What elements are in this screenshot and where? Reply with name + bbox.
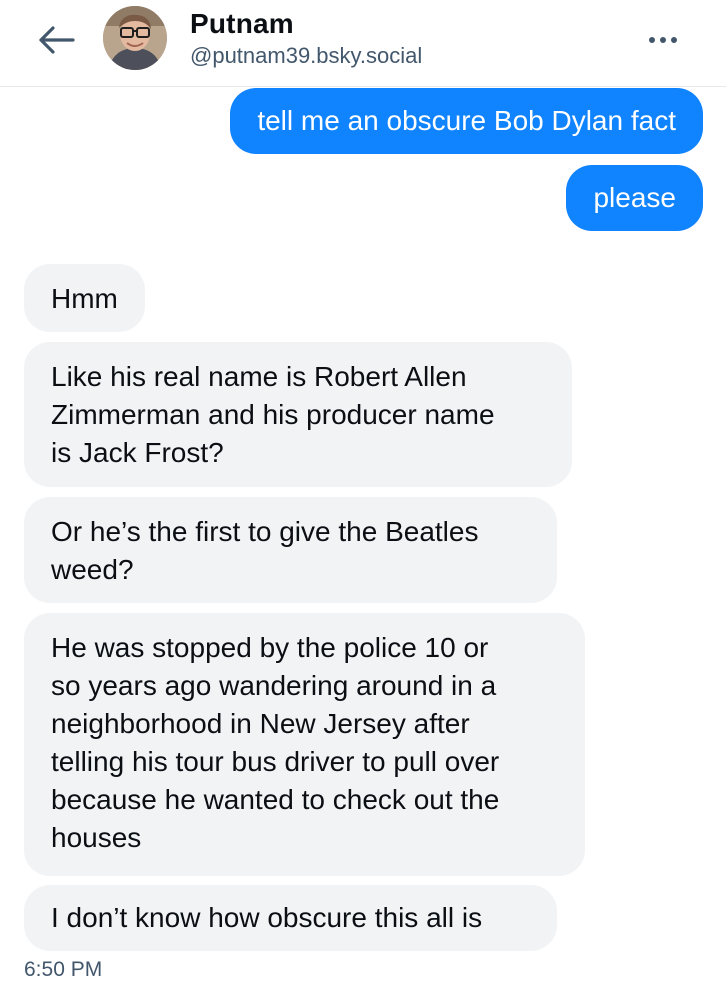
avatar-image <box>103 6 167 70</box>
ellipsis-icon <box>660 37 666 43</box>
message-bubble-sent[interactable]: tell me an obscure Bob Dylan fact <box>230 88 703 154</box>
message-bubble-received[interactable]: He was stopped by the police 10 or so ye… <box>24 613 585 876</box>
contact-handle: @putnam39.bsky.social <box>190 43 423 68</box>
more-options-button[interactable] <box>636 20 690 60</box>
ellipsis-icon <box>649 37 655 43</box>
avatar[interactable] <box>103 6 167 70</box>
ellipsis-icon <box>671 37 677 43</box>
contact-name: Putnam <box>190 8 294 39</box>
message-bubble-received[interactable]: I don’t know how obscure this all is <box>24 885 557 951</box>
arrow-left-icon <box>39 26 75 54</box>
message-bubble-received[interactable]: Like his real name is Robert Allen Zimme… <box>24 342 572 487</box>
back-button[interactable] <box>30 18 82 62</box>
message-bubble-received[interactable]: Or he’s the first to give the Beatles we… <box>24 497 557 603</box>
message-bubble-received[interactable]: Hmm <box>24 264 145 332</box>
message-bubble-sent[interactable]: please <box>566 165 703 231</box>
message-timestamp: 6:50 PM <box>24 958 103 981</box>
conversation-header: Putnam @putnam39.bsky.social <box>0 0 726 87</box>
